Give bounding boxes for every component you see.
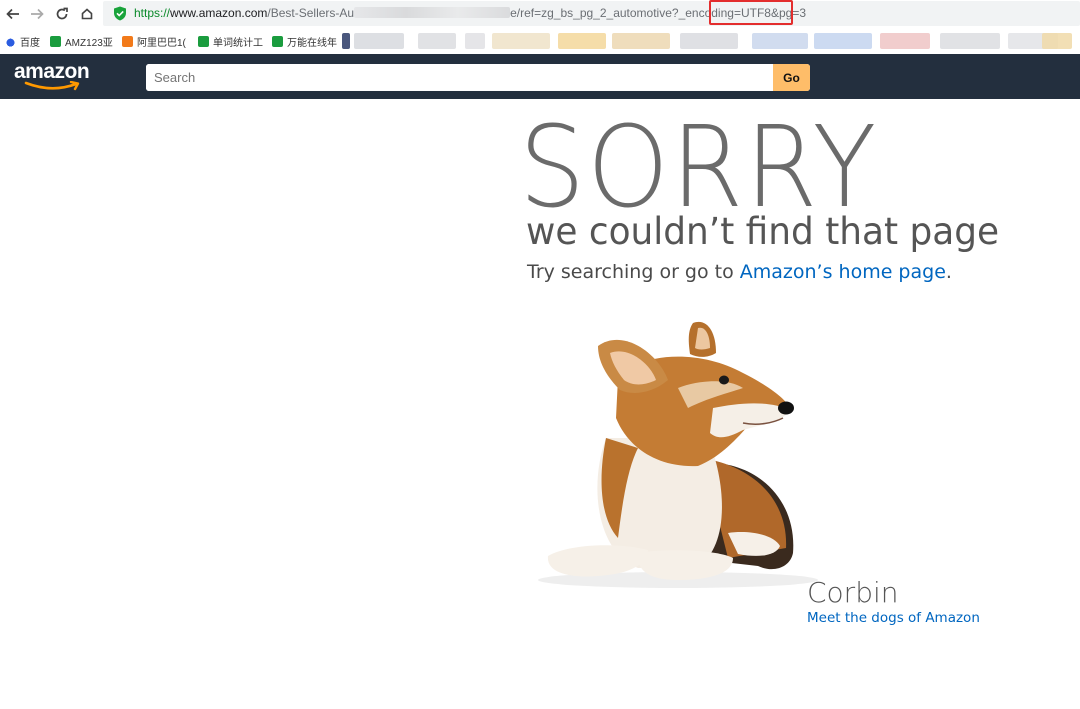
search-input[interactable] (146, 64, 773, 91)
bookmark-label: 百度 (20, 37, 40, 49)
bookmark-item[interactable]: AMZ123亚 (50, 34, 113, 49)
help-text: Try searching or go to Amazon’s home pag… (527, 259, 952, 285)
url-text[interactable]: https://www.amazon.com/Best-Sellers-Au e/… (134, 6, 806, 21)
bookmark-label: 单词统计工 (213, 37, 263, 49)
back-arrow-icon[interactable] (3, 4, 23, 24)
bookmarks-bar: 百度 AMZ123亚 阿里巴巴1( 单词统计工 万能在线年 (0, 29, 1080, 54)
url-path-end: e/ref=zg_bs_pg_2_automotive?_encoding (510, 6, 734, 20)
url-highlight-box (709, 0, 793, 25)
address-bar[interactable]: https://www.amazon.com/Best-Sellers-Au e/… (103, 0, 1080, 26)
corgi-illustration (538, 321, 818, 588)
bookmark-item[interactable]: 单词统计工 (198, 34, 263, 49)
url-host: www.amazon.com (170, 6, 268, 20)
url-path-start: /Best-Sellers-Au (267, 6, 355, 20)
home-icon[interactable] (77, 4, 97, 24)
dog-photo (528, 318, 828, 594)
go-button[interactable]: Go (773, 64, 810, 91)
wordcount-icon (198, 35, 209, 47)
url-scheme: https:// (134, 6, 171, 20)
baidu-icon (5, 35, 16, 47)
bookmark-label: 阿里巴巴1( (137, 37, 186, 49)
help-text-suffix: . (945, 261, 952, 283)
browser-toolbar: https://www.amazon.com/Best-Sellers-Au e/… (0, 0, 1080, 29)
redacted-bookmarks (340, 33, 1080, 49)
home-page-link[interactable]: Amazon’s home page (740, 261, 946, 283)
reload-icon[interactable] (52, 4, 72, 24)
bookmark-item[interactable]: 万能在线年 (272, 34, 337, 49)
forward-arrow-icon[interactable] (27, 4, 47, 24)
url-redacted-segment (354, 7, 511, 18)
amazon-logo[interactable]: amazon (14, 60, 96, 92)
tool-icon (272, 35, 283, 47)
amazon-smile-icon (24, 81, 80, 91)
dog-name: Corbin (807, 576, 899, 609)
bookmark-item[interactable]: 百度 (5, 34, 40, 49)
bookmark-label: AMZ123亚 (65, 37, 113, 49)
meet-dogs-link[interactable]: Meet the dogs of Amazon (807, 609, 980, 627)
bookmark-item[interactable]: 阿里巴巴1( (122, 34, 186, 49)
alibaba-icon (122, 35, 133, 47)
bookmark-label: 万能在线年 (287, 37, 337, 49)
not-found-subtitle: we couldn’t find that page (526, 210, 1000, 253)
secure-shield-icon (114, 6, 126, 21)
amz123-icon (50, 35, 61, 47)
amazon-header: amazon Go (0, 54, 1080, 99)
search-box: Go (146, 64, 810, 91)
help-text-prefix: Try searching or go to (527, 261, 740, 283)
